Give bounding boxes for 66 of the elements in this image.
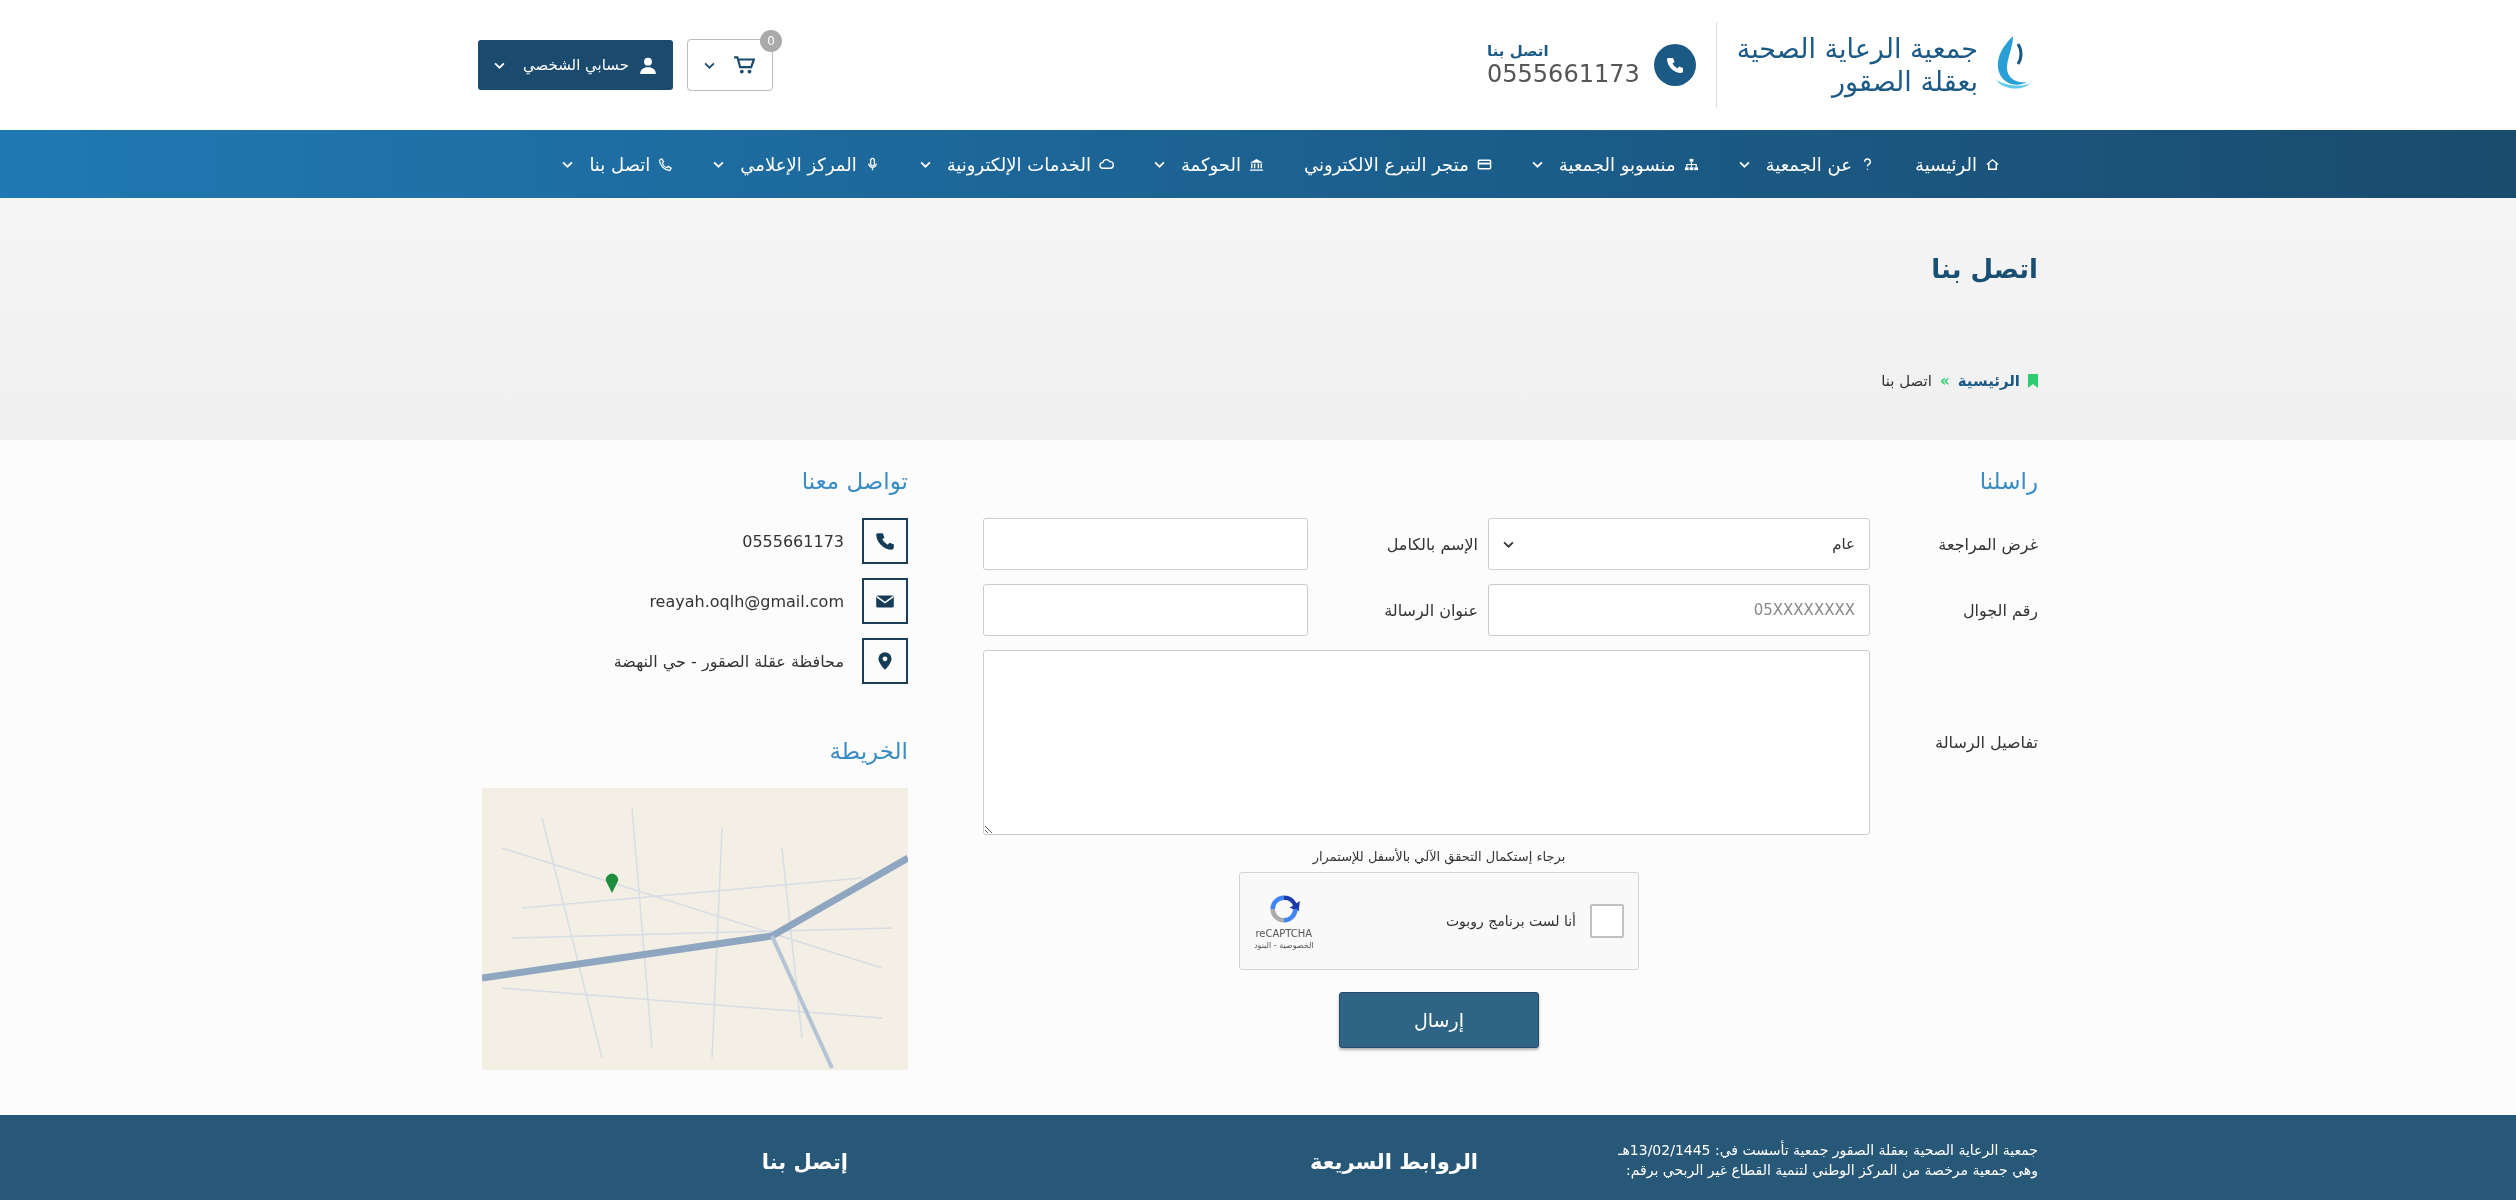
nav-item[interactable]: الحوكمة: [1153, 153, 1264, 175]
org-name: بعقلة الصقور: [1830, 65, 1978, 98]
home-icon: [1985, 156, 2000, 172]
input-field[interactable]: 05XXXXXXXX: [1488, 584, 1870, 636]
org-name: جمعية الرعاية الصحية: [1736, 32, 1978, 65]
sitemap-icon: [1683, 156, 1699, 172]
caret-icon: [1153, 160, 1165, 168]
caret-icon: [562, 160, 574, 168]
contact-label: اتصل بنا: [1487, 42, 1549, 60]
captcha-label: أنا لست برنامج روبوت: [1445, 913, 1576, 929]
footer-about-text: جمعية الرعاية الصحية بعقلة الصقور جمعية تأسست في: 13/02/1445هـ: [1617, 1140, 2038, 1160]
breadcrumb-link[interactable]: الرئيسية: [1957, 372, 2020, 390]
breadcrumb-current: اتصل بنا: [1881, 372, 1932, 390]
account-button[interactable]: حسابي الشخصي: [478, 40, 673, 90]
cart-icon: [733, 55, 756, 75]
select-field[interactable]: عام: [1488, 518, 1870, 570]
contact-title: تواصل معنا: [800, 468, 908, 494]
user-icon: [639, 56, 657, 74]
contact-text: 0555661173: [742, 531, 844, 551]
phone-icon: [862, 518, 908, 564]
contact-text: محافظة عقلة الصقور - حي النهضة: [613, 651, 844, 671]
nav-item[interactable]: الخدمات الإلكترونية: [919, 153, 1114, 175]
nav-item[interactable]: المركز الإعلامي: [713, 153, 880, 175]
breadcrumb-separator: »: [1939, 372, 1950, 390]
footer-heading: إتصل بنا: [761, 1149, 848, 1176]
footer-about-text: وهي جمعية مرخصة من المركز الوطني لتنمية القطاع غير الربحي برقم:: [1625, 1161, 2038, 1180]
caret-icon: [1531, 160, 1543, 168]
envelope-icon: [862, 578, 908, 624]
phone-icon: [658, 156, 674, 172]
caret-icon: [713, 160, 725, 168]
caret-icon: [1503, 540, 1514, 548]
phone-icon: [1653, 44, 1696, 86]
nav-item[interactable]: متجر التبرع الالكتروني: [1303, 153, 1492, 175]
caret-icon: [704, 61, 716, 69]
caret-icon: [919, 160, 931, 168]
field-label: عنوان الرسالة: [1383, 600, 1478, 620]
submit-button[interactable]: إرسال: [1339, 992, 1539, 1048]
input-field[interactable]: [983, 518, 1308, 570]
field-label: رقم الجوال: [1961, 600, 2038, 620]
contact-text: reayah.oqlh@gmail.com: [649, 591, 844, 611]
field-label: تفاصيل الرسالة: [1934, 733, 2038, 752]
textarea-field[interactable]: [983, 650, 1870, 835]
page-title: اتصل بنا: [1930, 254, 2038, 284]
caret-icon: [1738, 160, 1750, 168]
footer-heading: الروابط السريعة: [1308, 1149, 1478, 1176]
nav-item[interactable]: عن الجمعية: [1738, 153, 1875, 175]
building-icon: [1248, 156, 1264, 172]
captcha-checkbox[interactable]: [1590, 904, 1624, 938]
captcha-hint: برجاء إستكمال التحقق الآلي بالأسفل للإستمرار: [1312, 849, 1566, 864]
input-field[interactable]: [983, 584, 1308, 636]
map-placeholder[interactable]: [482, 788, 908, 1070]
contact-phone: 0555661173: [1487, 60, 1640, 88]
cloud-icon: [1098, 156, 1114, 172]
field-label: الإسم بالكامل: [1385, 534, 1478, 554]
captcha-brand: reCAPTCHA: [1255, 928, 1313, 939]
form-title: راسلنا: [1978, 468, 2038, 494]
field-label: غرض المراجعة: [1937, 534, 2038, 554]
bookmark-icon: [2028, 374, 2038, 388]
caret-icon: [494, 61, 505, 69]
cart-count-badge: 0: [760, 30, 782, 52]
nav-item[interactable]: منسوبو الجمعية: [1531, 153, 1699, 175]
nav-item[interactable]: اتصل بنا: [562, 153, 674, 175]
map-title: الخريطة: [828, 738, 908, 764]
map-pin-icon: [862, 638, 908, 684]
nav-item[interactable]: الرئيسية: [1915, 153, 2000, 175]
captcha-links[interactable]: الخصوصية - البنود: [1254, 941, 1314, 950]
